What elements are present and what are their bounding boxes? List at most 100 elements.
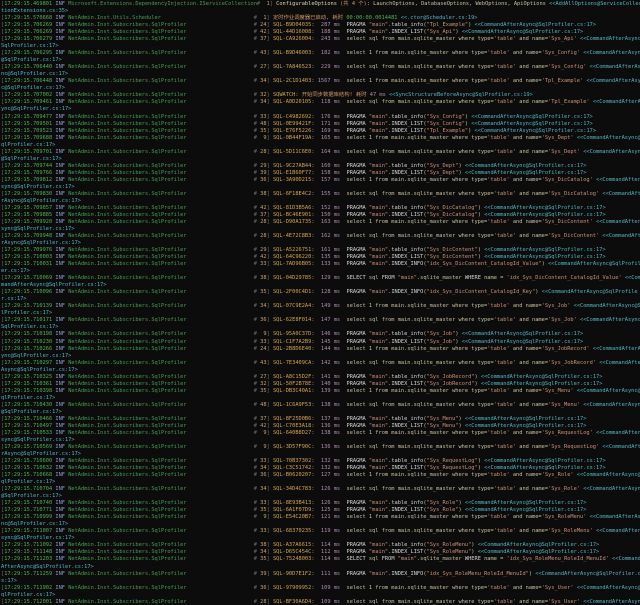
sql-string: 'table' [494,486,516,492]
sql-id: SQL-BF30A6D4: [273,599,318,605]
sql-string: 'Sys_JobRecord' [548,360,596,366]
sql-id: SQL-95A0C37D: [273,331,318,337]
sql-string: 'Sys_RoleMenu' [542,514,587,520]
timestamp: 17:29:15.709701 [4,149,52,155]
sql-string: 'table' [487,430,509,436]
caller-ref: <<CommandAfterAsync@SqlProfiler.cs:17> [459,331,584,337]
duration: 150 ms [318,212,347,218]
log-line: [17:29:15.711148 INF NetAdmin.Inst.Subsc… [1,549,640,556]
sql-text: select sql from main.sqlite_master where… [347,486,494,492]
log-line: [17:29:15.710704 INF NetAdmin.Inst.Subsc… [1,486,640,500]
sql-keyword: INDEX_LIST [391,507,423,513]
logger-name: NetAdmin.Inst.Subscribers.SqlProfiler [68,191,186,197]
timestamp: 17:29:15.710031 [4,261,52,267]
sql-text: select 1 from main.sqlite_master where t… [347,78,488,84]
timestamp: 17:29:15.709857 [4,205,52,211]
timestamp: 17:29:15.707002 [4,92,52,98]
duration: 128 ms [318,289,347,295]
timestamp: 17:29:15.706279 [4,36,52,42]
sql-string: "Sys_Dept" [427,170,459,176]
sql-keyword: PRAGMA [347,458,366,464]
sql-string: 'Tpl_Example' [542,78,584,84]
logger-name: NetAdmin.Inst.Subscribers.SqlProfiler [68,177,186,183]
logger-name: NetAdmin.Inst.Subscribers.SqlProfiler [68,149,186,155]
sql-string: 'table' [487,177,509,183]
log-level: INF [55,549,65,555]
sql-id: SQL-34D4C783: [273,486,318,492]
caller-ref: <<CommandAfterAsync@SqlProfiler.cs:17> [462,163,587,169]
log-level: INF [55,339,65,345]
pad [187,212,254,218]
log-line: [17:29:15.710771 INF NetAdmin.Inst.Subsc… [1,507,640,514]
logger-name: NetAdmin.Inst.Subscribers.SqlProfiler [68,430,186,436]
timestamp: 17:29:15.711902 [4,585,52,591]
sql-text: sql [366,556,382,562]
log-level: INF [55,128,65,134]
pad [187,121,254,127]
caller-ref: <<CommandAfterAsync@SqlProfiler.cs:17> [462,423,587,429]
sql-keyword: PRAGMA [347,261,366,267]
sql-keyword: PRAGMA [347,374,366,380]
sql-id: SQL-640B8D27: [273,430,318,436]
sql-string: 'table' [487,388,509,394]
log-line: [17:29:15.711092 INF NetAdmin.Inst.Subsc… [1,542,640,549]
sql-id: SQL-DB3C40A1: [273,388,318,394]
sql-text: and name= [510,78,542,84]
thread-id: 35 [257,507,267,513]
timestamp: 17:29:15.706295 [4,50,52,56]
sql-text: select sql from main.sqlite_master where… [347,444,494,450]
sql-string: "Sys_Role" [427,507,459,513]
pad [187,388,254,394]
sql-keyword: INDEX_LIST [391,465,423,471]
sql-string: 'Sys_User' [542,585,574,591]
pad [187,585,254,591]
sql-text: and name= [510,50,542,56]
caller-ref: <<CommandAfterAsync@SqlProfiler.cs:17> [475,549,600,555]
logger-name: NetAdmin.Inst.Subscribers.SqlProfiler [68,388,186,394]
pad [187,556,254,562]
sql-string: 'table' [494,444,516,450]
sql-string: "main" [369,128,388,134]
sql-text: sql [366,275,382,281]
log-level: INF [55,346,65,352]
sql-string: 'table' [487,50,509,56]
sql-string: "main" [369,29,388,35]
log-line: [17:29:15.706448 INF NetAdmin.Inst.Subsc… [1,78,640,92]
sql-id: SQL-1C6A9F53: [273,402,318,408]
sql-keyword: PRAGMA [347,170,366,176]
sql-string: 'Sys_DicContent' [542,219,593,225]
timestamp: 17:29:15.706448 [4,78,52,84]
logger-name: NetAdmin.Inst.Subscribers.SqlProfiler [68,360,186,366]
sql-keyword: table_info [391,374,423,380]
timestamp: 17:29:15.709920 [4,219,52,225]
log-line: [17:29:15.709523 INF NetAdmin.Inst.Subsc… [1,128,640,135]
sql-string: "Sys_DicCatalog" [427,212,478,218]
log-line: [17:29:15.706440 INF NetAdmin.Inst.Subsc… [1,64,640,78]
timestamp: 17:29:15.709523 [4,128,52,134]
sql-string: "main" [369,458,388,464]
log-level: INF [55,135,65,141]
sql-id: SQL-0B44F19A: [273,135,318,141]
pad [187,472,254,478]
thread-id: 34 [257,549,267,555]
log-line: [17:29:15.709920 INF NetAdmin.Inst.Subsc… [1,219,640,233]
sql-text: and name= [510,585,542,591]
sql-keyword: INDEX_LIST [391,121,423,127]
thread-id: 37 [257,416,267,422]
sql-keyword: PRAGMA [347,212,366,218]
pad [187,275,254,281]
sql-text: select sql from main.sqlite_master where… [347,191,494,197]
sql-text: select 1 from main.sqlite_master where t… [347,177,488,183]
log-line: [17:29:15.709857 INF NetAdmin.Inst.Subsc… [1,205,640,212]
timestamp: 17:29:15.706269 [4,22,52,28]
log-level: INF [55,571,65,577]
log-level: INF [55,64,65,70]
logger-name: NetAdmin.Inst.Subscribers.SqlProfiler [68,92,186,98]
sql-string: "main" [398,275,417,281]
sql-id: SQL-A5226751: [273,247,318,253]
sql-keyword: PRAGMA [347,549,366,555]
log-level: INF [55,163,65,169]
sql-string: "main" [369,507,388,513]
thread-id: 9 [257,514,267,520]
sql-string: 'table' [494,233,516,239]
